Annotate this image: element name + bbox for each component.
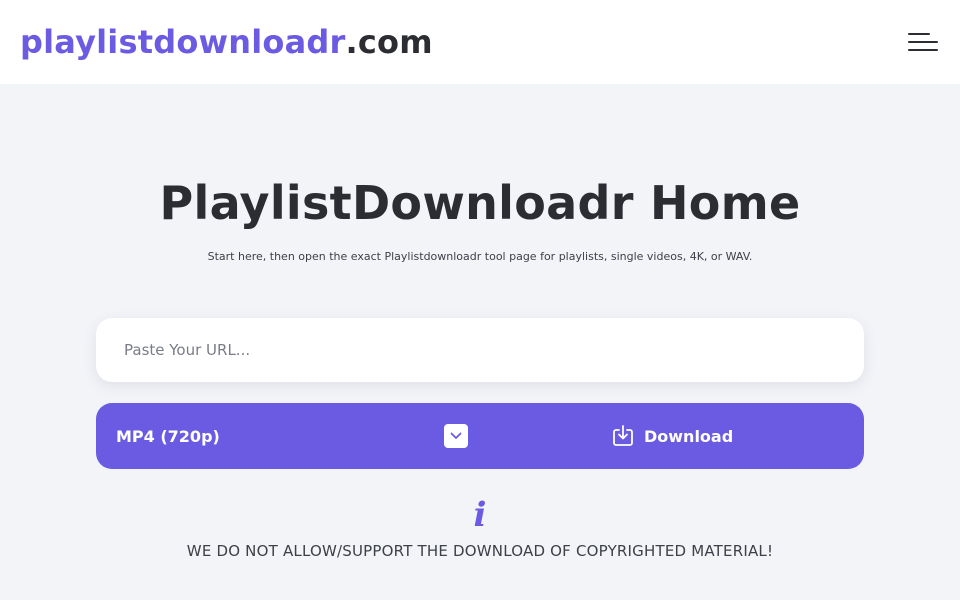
logo-tld: .com bbox=[345, 23, 433, 61]
format-selected-label: MP4 (720p) bbox=[116, 426, 220, 446]
site-header: playlistdownloadr .com bbox=[0, 0, 960, 84]
main-content: PlaylistDownloadr Home Start here, then … bbox=[0, 84, 960, 600]
info-icon: i bbox=[473, 495, 487, 535]
menu-line bbox=[908, 41, 938, 43]
page-subtitle: Start here, then open the exact Playlist… bbox=[207, 250, 753, 263]
menu-line bbox=[908, 49, 938, 51]
download-action-bar: MP4 (720p) Download bbox=[96, 403, 864, 469]
hamburger-menu-button[interactable] bbox=[908, 30, 940, 54]
download-icon bbox=[611, 424, 635, 448]
chevron-down-icon bbox=[444, 424, 468, 448]
page-title: PlaylistDownloadr Home bbox=[159, 176, 801, 230]
menu-line bbox=[908, 33, 930, 35]
site-logo[interactable]: playlistdownloadr .com bbox=[20, 23, 433, 61]
copyright-notice: WE DO NOT ALLOW/SUPPORT THE DOWNLOAD OF … bbox=[186, 542, 774, 560]
logo-brand: playlistdownloadr bbox=[20, 23, 346, 61]
download-label: Download bbox=[644, 426, 734, 446]
url-input[interactable] bbox=[96, 318, 864, 382]
download-button[interactable]: Download bbox=[480, 403, 864, 469]
format-select[interactable]: MP4 (720p) bbox=[96, 403, 480, 469]
